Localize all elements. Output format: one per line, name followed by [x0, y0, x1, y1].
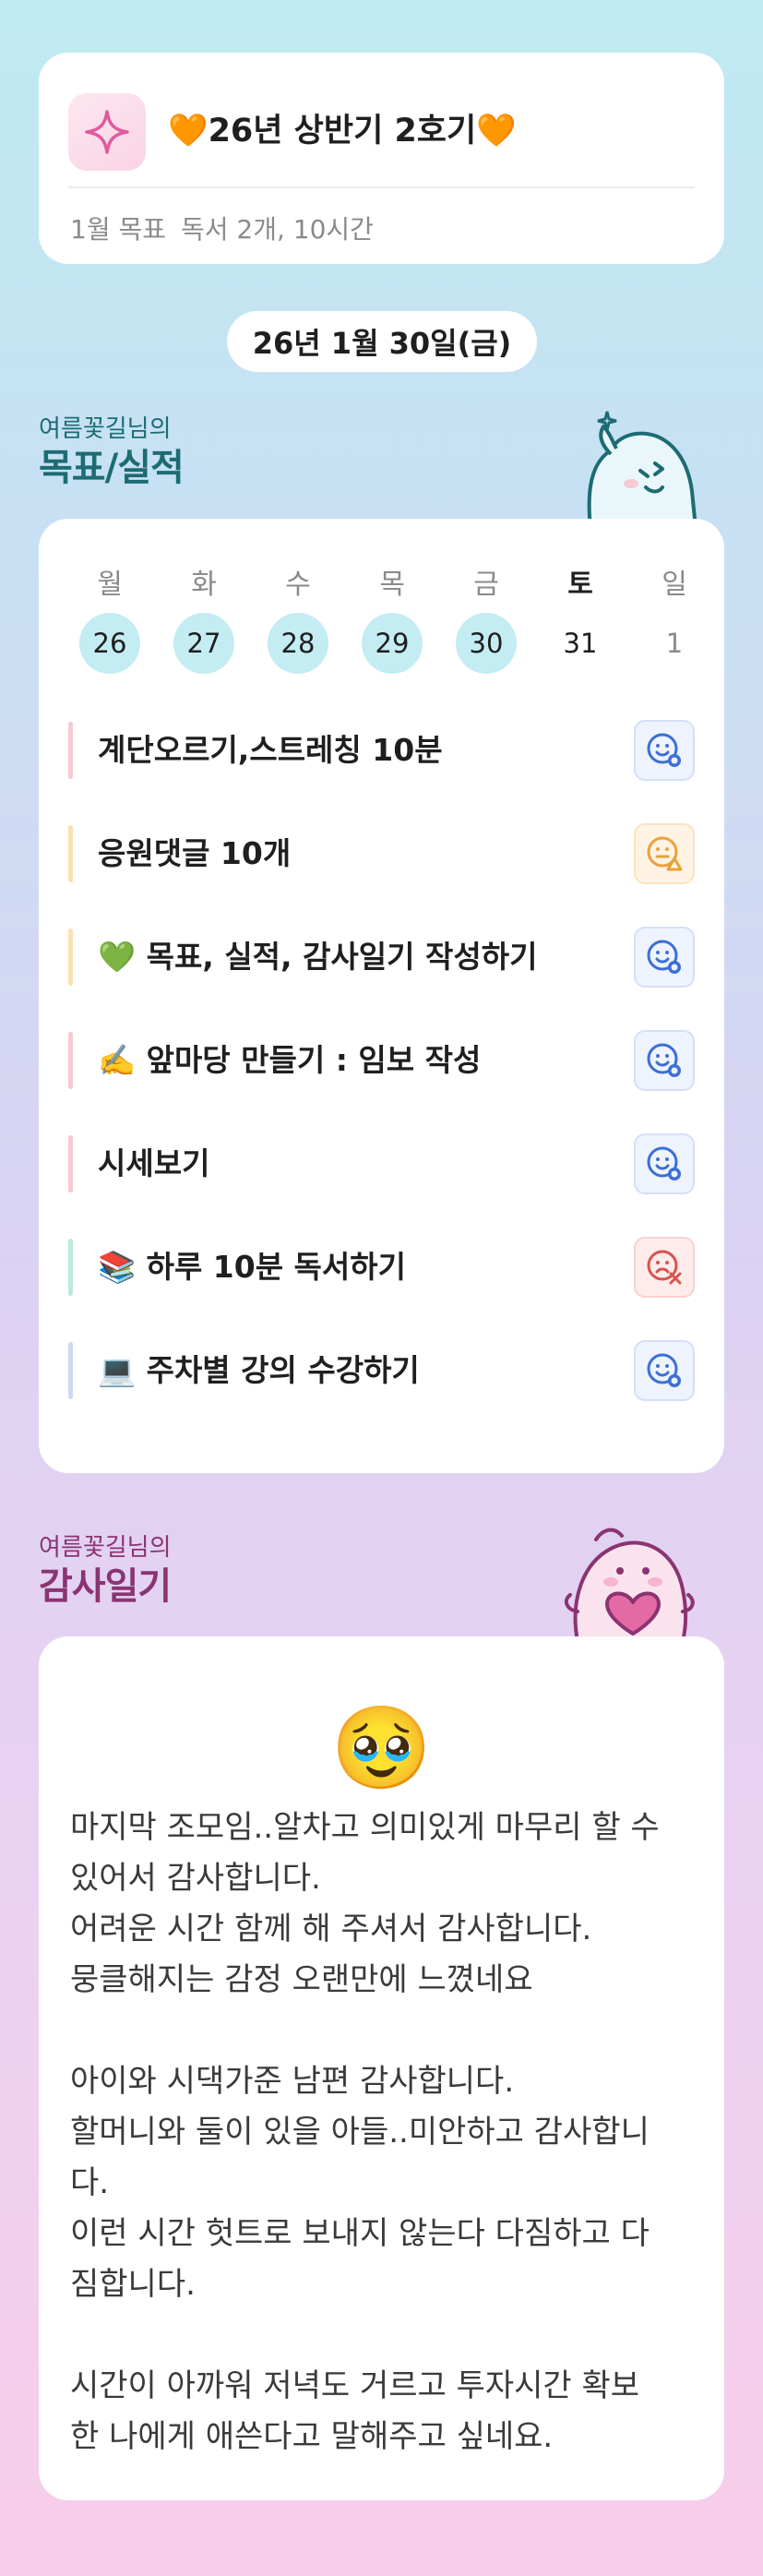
day-date: 30 [456, 613, 517, 674]
day-name: 월 [97, 569, 123, 601]
day-name: 화 [191, 569, 217, 601]
day-tue[interactable]: 화 27 [173, 565, 234, 674]
task-item[interactable]: 💚 목표, 실적, 감사일기 작성하기 [68, 923, 695, 991]
monthly-goal-value: 독서 2개, 10시간 [181, 214, 374, 245]
gratitude-paragraph: 시간이 아까워 저녁도 거르고 투자시간 확보 한 나에게 애쓴다고 말해주고 … [70, 2367, 640, 2455]
task-label: 응원댓글 10개 [98, 835, 292, 871]
status-done-icon[interactable] [634, 927, 695, 988]
status-fail-icon[interactable] [634, 1237, 695, 1298]
task-label: 💚 목표, 실적, 감사일기 작성하기 [98, 939, 538, 975]
goals-section-title: 목표/실적 [39, 447, 185, 489]
gratitude-paragraph: 마지막 조모임..알차고 의미있게 마무리 할 수 있어서 감사합니다. 어려운… [70, 1809, 660, 1998]
day-name: 일 [662, 569, 687, 601]
goals-card: 월 26 화 27 수 28 목 29 금 30 토 31 일 1 계단오르기,… [39, 519, 724, 1473]
day-mon[interactable]: 월 26 [79, 565, 140, 674]
day-name: 금 [473, 569, 499, 601]
task-item[interactable]: 응원댓글 10개 [68, 820, 695, 888]
status-done-icon[interactable] [634, 1030, 695, 1091]
group-title: 🧡26년 상반기 2호기🧡 [168, 113, 517, 150]
day-date: 28 [268, 613, 328, 674]
mood-emoji-icon: 🥹 [330, 1700, 433, 1795]
day-date: 29 [362, 613, 423, 674]
task-color-bar [68, 929, 73, 986]
task-color-bar [68, 1135, 73, 1192]
gratitude-section-title: 감사일기 [39, 1565, 172, 1608]
heart-mascot-icon [564, 1528, 695, 1641]
divider [68, 186, 695, 188]
task-color-bar [68, 825, 73, 882]
day-date: 27 [173, 613, 234, 674]
day-wed[interactable]: 수 28 [268, 565, 328, 674]
gratitude-card: 🥹 마지막 조모임..알차고 의미있게 마무리 할 수 있어서 감사합니다. 어… [39, 1636, 724, 2500]
date-pill[interactable]: 26년 1월 30일(금) [227, 311, 537, 372]
status-partial-icon[interactable] [634, 823, 695, 884]
gratitude-paragraph: 아이와 시댁가준 남편 감사합니다. 할머니와 둘이 있을 아들..미안하고 감… [70, 2063, 650, 2303]
ghost-mascot-icon [587, 411, 698, 528]
status-done-icon[interactable] [634, 1340, 695, 1401]
task-label: 계단오르기,스트레칭 10분 [98, 732, 443, 768]
task-label: 📚 하루 10분 독서하기 [98, 1249, 406, 1285]
week-calendar: 월 26 화 27 수 28 목 29 금 30 토 31 일 1 [66, 565, 697, 694]
task-item[interactable]: ✍️ 앞마당 만들기 : 임보 작성 [68, 1026, 695, 1095]
task-item[interactable]: 📚 하루 10분 독서하기 [68, 1233, 695, 1301]
task-item[interactable]: 계단오르기,스트레칭 10분 [68, 716, 695, 785]
task-item[interactable]: 💻 주차별 강의 수강하기 [68, 1336, 695, 1405]
sparkle-icon [68, 93, 146, 171]
task-label: 💻 주차별 강의 수강하기 [98, 1352, 420, 1388]
task-color-bar [68, 1032, 73, 1089]
day-fri[interactable]: 금 30 [456, 565, 517, 674]
day-date: 26 [79, 613, 140, 674]
task-color-bar [68, 1239, 73, 1296]
task-label: 시세보기 [98, 1145, 210, 1181]
day-sat[interactable]: 토 31 [550, 565, 611, 674]
monthly-goal: 1월 목표 독서 2개, 10시간 [70, 210, 374, 246]
task-color-bar [68, 1342, 73, 1399]
day-thu[interactable]: 목 29 [362, 565, 423, 674]
status-done-icon[interactable] [634, 1133, 695, 1194]
task-item[interactable]: 시세보기 [68, 1130, 695, 1198]
day-date: 1 [665, 628, 684, 659]
monthly-goal-label: 1월 목표 [70, 214, 166, 245]
day-name: 토 [567, 569, 593, 601]
day-sun[interactable]: 일 1 [644, 565, 705, 674]
day-date: 31 [563, 628, 598, 659]
task-color-bar [68, 722, 73, 779]
day-name: 목 [379, 569, 405, 601]
status-done-icon[interactable] [634, 720, 695, 781]
day-name: 수 [285, 569, 311, 601]
task-label: ✍️ 앞마당 만들기 : 임보 작성 [98, 1042, 482, 1078]
group-card: 🧡26년 상반기 2호기🧡 1월 목표 독서 2개, 10시간 [39, 53, 724, 264]
